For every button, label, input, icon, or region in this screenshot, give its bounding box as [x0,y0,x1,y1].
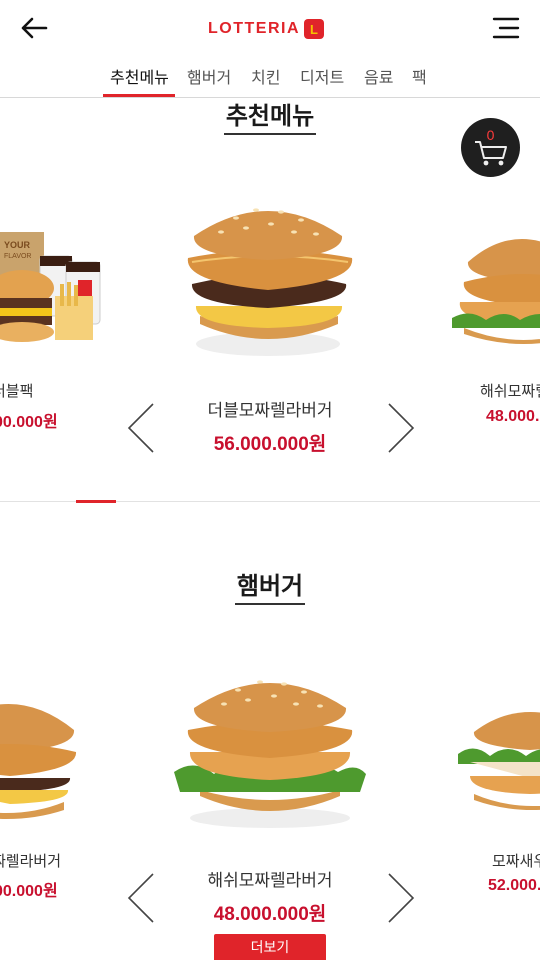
tab-dessert[interactable]: 디저트 [300,64,344,88]
product-name[interactable]: 더블모짜렐라버거 [0,396,540,421]
svg-text:YOUR: YOUR [4,240,31,250]
tab-drink[interactable]: 음료 [364,64,393,88]
hamburger-menu-icon [492,17,520,39]
svg-text:FLAVOR: FLAVOR [4,253,32,260]
back-button[interactable] [14,10,54,46]
hash-mozzarella-burger-image[interactable] [170,668,370,832]
section-title-burger: 햄버거 [0,566,540,605]
logo-badge-icon: L [304,19,324,39]
product-price: 52.000.0 [488,877,540,894]
carousel-next-arrow-icon[interactable] [383,400,417,456]
product-name[interactable]: 모짜새우 [492,850,540,871]
category-tabs: 추천메뉴 햄버거 치킨 디저트 음료 팩 [0,60,540,98]
product-name[interactable]: 해쉬모짜렐라버거 [0,866,540,891]
double-pack-image[interactable]: YOUR FLAVOR [0,222,110,352]
product-name[interactable]: 해쉬모짜렐 [480,380,540,401]
product-price: 56.000.000원 [213,434,327,455]
mozzarella-burger-image[interactable] [0,690,80,826]
mozzarella-shrimp-burger-image[interactable] [456,700,540,820]
menu-button[interactable] [486,10,526,46]
carousel-indicator [76,500,116,503]
product-price: 48.000.0 [486,408,540,425]
more-button[interactable]: 더보기 [214,934,326,960]
tab-recommended[interactable]: 추천메뉴 [110,64,169,88]
cart-button[interactable]: 0 [461,118,520,177]
double-mozzarella-burger-image[interactable] [186,196,356,362]
carousel-prev-arrow-icon[interactable] [125,400,159,456]
carousel-next-arrow-icon[interactable] [383,870,417,926]
tab-burger[interactable]: 햄버거 [187,64,231,88]
tab-chicken[interactable]: 치킨 [251,64,280,88]
carousel-prev-arrow-icon[interactable] [125,870,159,926]
cart-icon [475,141,507,166]
logo-text: LOTTERIA [208,20,300,37]
lotteria-logo[interactable]: LOTTERIA L [208,17,324,41]
hash-mozzarella-burger-image[interactable] [450,222,540,352]
app-header: LOTTERIA L [0,0,540,58]
product-price: 48.000.000원 [213,904,327,925]
back-arrow-icon [21,17,48,39]
section-title-recommended: 추천메뉴 [0,96,540,135]
tab-pack[interactable]: 팩 [412,64,427,88]
